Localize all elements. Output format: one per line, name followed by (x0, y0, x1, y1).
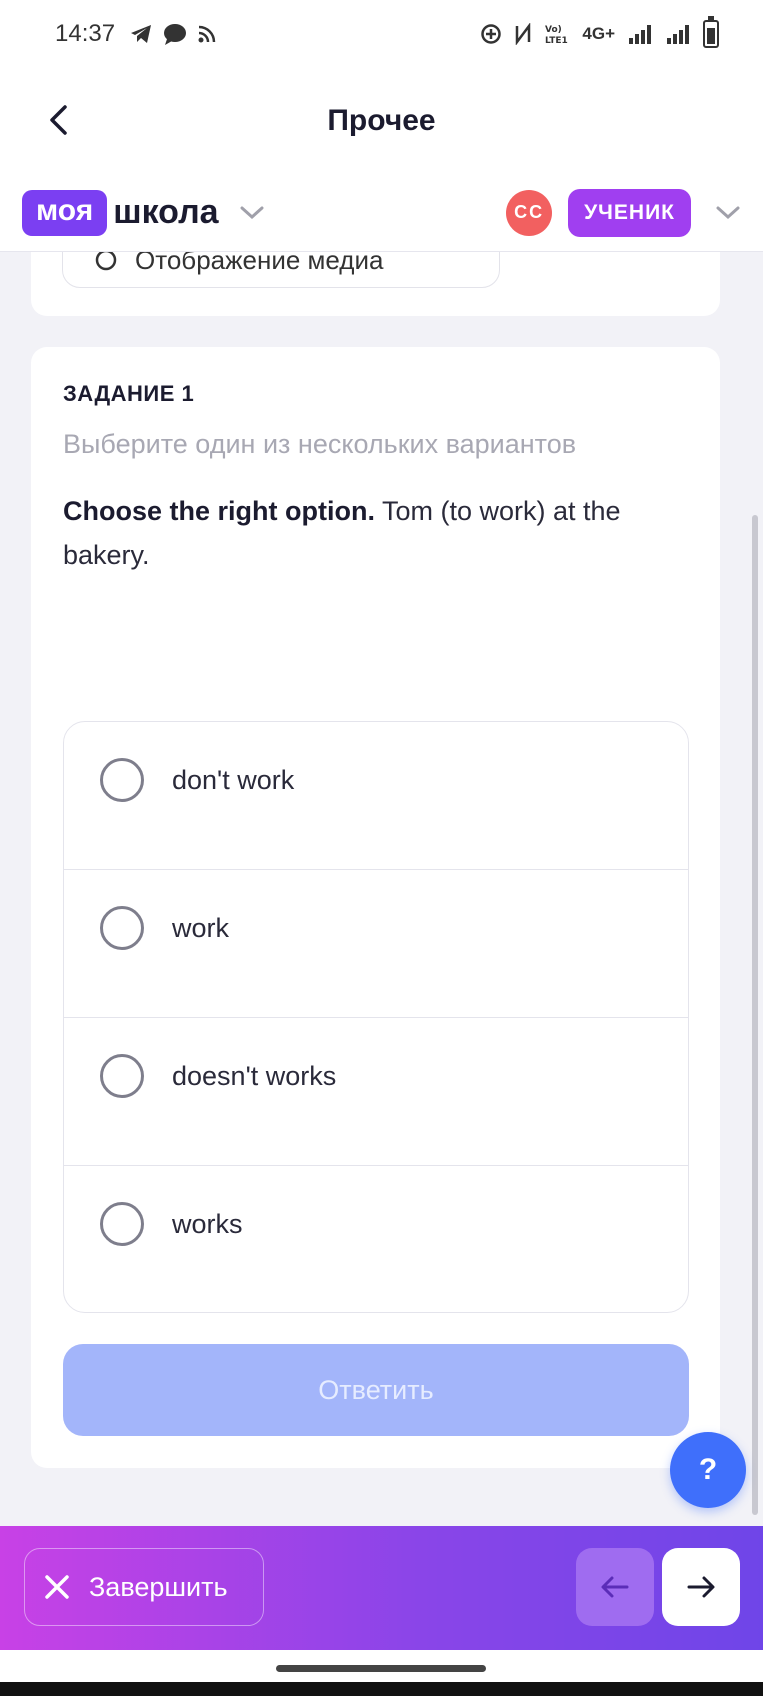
help-button[interactable]: ? (670, 1432, 746, 1508)
brand-bar: моя школа СС УЧЕНИК (0, 174, 763, 252)
radio-button[interactable] (100, 758, 144, 802)
status-bar: 14:37 Vo) LTE1 4G+ (0, 0, 763, 68)
answer-option-label: works (172, 1209, 243, 1239)
chat-bubble-icon (164, 24, 187, 45)
task-card: ЗАДАНИЕ 1 Выберите один из нескольких ва… (31, 347, 720, 1468)
logo-part1: моя (22, 189, 108, 236)
role-badge: УЧЕНИК (568, 188, 691, 237)
arrow-right-icon (687, 1576, 715, 1598)
next-task-button[interactable] (662, 1548, 740, 1626)
status-right-icons: Vo) LTE1 4G+ (480, 16, 719, 48)
task-instruction: Выберите один из нескольких вариантов (63, 429, 577, 459)
media-icon (95, 252, 117, 271)
school-switcher[interactable]: моя школа (22, 189, 265, 236)
bottom-action-bar: Завершить (0, 1526, 763, 1650)
svg-text:LTE1: LTE1 (545, 36, 568, 45)
answer-option-label: work (172, 913, 230, 943)
nfc-icon (516, 23, 531, 45)
page-title: Прочее (327, 104, 436, 137)
previous-card: Отображение медиа (31, 252, 720, 316)
profile-switcher[interactable]: СС УЧЕНИК (506, 188, 741, 237)
radio-button[interactable] (100, 1054, 144, 1098)
finish-button[interactable]: Завершить (24, 1548, 264, 1626)
close-icon (45, 1575, 69, 1599)
signal-icon (629, 25, 651, 44)
chevron-down-icon (239, 205, 265, 221)
answer-option[interactable]: work (64, 870, 688, 1018)
previous-task-button[interactable] (576, 1548, 654, 1626)
status-time: 14:37 (55, 20, 116, 47)
chevron-left-icon (50, 105, 67, 135)
volte-icon: Vo)LTE1 (545, 25, 568, 45)
screen-bottom-edge (0, 1682, 763, 1696)
chevron-down-icon (715, 205, 741, 221)
home-indicator[interactable] (276, 1665, 486, 1672)
media-display-button[interactable]: Отображение медиа (62, 252, 500, 288)
finish-label: Завершить (89, 1571, 228, 1602)
media-display-label: Отображение медиа (135, 252, 384, 275)
telegram-icon (131, 25, 152, 43)
battery-icon (703, 16, 719, 48)
answer-option[interactable]: doesn't works (64, 1018, 688, 1166)
answer-options: don't work work doesn't works works (63, 721, 689, 1313)
signal-icon-2 (667, 25, 689, 44)
back-button[interactable] (36, 98, 80, 142)
logo-part2: школа (113, 193, 219, 231)
svg-text:Vo): Vo) (545, 25, 562, 35)
task-number: ЗАДАНИЕ 1 (63, 381, 195, 406)
notification-icons (129, 23, 217, 45)
app-header: Прочее (0, 68, 763, 174)
task-question: Choose the right option. Tom (to work) a… (63, 489, 683, 577)
scrollbar[interactable] (752, 515, 760, 1515)
data-saver-icon (481, 24, 502, 44)
rss-icon (198, 25, 216, 43)
radio-button[interactable] (100, 906, 144, 950)
answer-option-label: don't work (172, 765, 295, 795)
answer-option[interactable]: don't work (64, 722, 688, 870)
radio-button[interactable] (100, 1202, 144, 1246)
arrow-left-icon (601, 1576, 629, 1598)
avatar: СС (506, 189, 553, 236)
scrollbar-thumb[interactable] (752, 515, 758, 1515)
submit-answer-button[interactable]: Ответить (63, 1344, 689, 1436)
answer-option-label: doesn't works (172, 1061, 337, 1091)
question-bold: Choose the right option. (63, 496, 375, 526)
answer-option[interactable]: works (64, 1166, 688, 1312)
network-type: 4G+ (582, 24, 615, 43)
